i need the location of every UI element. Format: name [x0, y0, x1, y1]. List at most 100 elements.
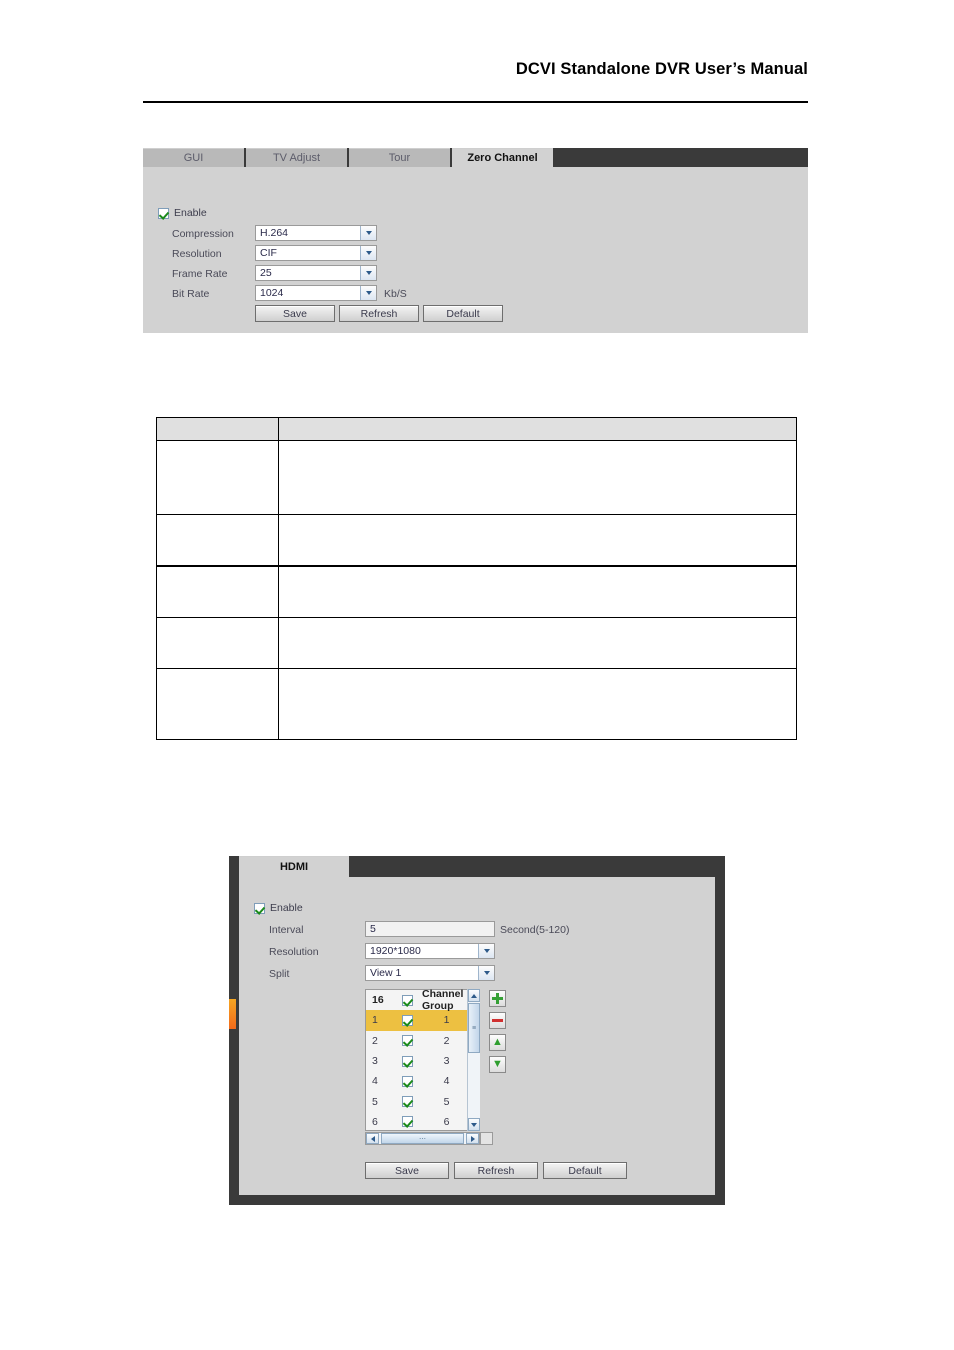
frame-rate-value: 25: [260, 267, 272, 279]
chevron-right-icon: [470, 1135, 475, 1142]
hdmi-tabstrip: HDMI: [229, 856, 725, 877]
compression-select[interactable]: H.264: [255, 225, 377, 241]
enable-label: Enable: [270, 902, 303, 914]
zero-channel-body: Enable Compression H.264 Resolution CIF …: [143, 167, 808, 333]
hdmi-default-button[interactable]: Default: [543, 1162, 627, 1179]
hscroll-thumb[interactable]: ⋯: [381, 1133, 464, 1144]
default-label: Default: [568, 1164, 602, 1177]
table-cell-function: [278, 440, 797, 515]
chevron-down-icon[interactable]: [360, 266, 376, 280]
bit-rate-select[interactable]: 1024: [255, 285, 377, 301]
interval-value: 5: [370, 923, 376, 935]
hdmi-save-button[interactable]: Save: [365, 1162, 449, 1179]
scrollbar-corner: [480, 1132, 493, 1145]
enable-label: Enable: [174, 207, 207, 219]
zero-channel-tabstrip: GUI TV Adjust Tour Zero Channel: [143, 148, 808, 167]
default-label: Default: [446, 307, 480, 320]
table-cell-param: [156, 668, 279, 740]
save-label: Save: [283, 307, 307, 320]
page-header: DCVI Standalone DVR User’s Manual: [143, 60, 808, 79]
row-checkbox-cell[interactable]: [394, 1096, 420, 1108]
tab-zero-channel[interactable]: Zero Channel: [452, 148, 553, 167]
list-item[interactable]: 4 4: [366, 1071, 479, 1091]
chevron-down-icon[interactable]: [360, 286, 376, 300]
frame-rate-select[interactable]: 25: [255, 265, 377, 281]
row-checkbox[interactable]: [401, 1075, 413, 1087]
zero-channel-save-button[interactable]: Save: [255, 305, 335, 322]
row-checkbox[interactable]: [401, 1014, 413, 1026]
resolution-value: CIF: [260, 247, 277, 259]
hscroll-track[interactable]: ⋯: [379, 1133, 466, 1144]
hdmi-refresh-button[interactable]: Refresh: [454, 1162, 538, 1179]
zero-channel-enable-row[interactable]: Enable: [158, 207, 207, 219]
chevron-down-icon[interactable]: [360, 226, 376, 240]
row-checkbox-cell[interactable]: [394, 1035, 420, 1047]
select-all-checkbox[interactable]: [401, 994, 413, 1006]
list-item[interactable]: 1 1: [366, 1010, 479, 1031]
tab-gui[interactable]: GUI: [143, 148, 244, 167]
list-item[interactable]: 6 6: [366, 1112, 479, 1132]
chevron-left-icon: [370, 1135, 375, 1142]
hdmi-enable-row[interactable]: Enable: [254, 902, 303, 914]
list-item[interactable]: 3 3: [366, 1051, 479, 1071]
row-checkbox[interactable]: [401, 1035, 413, 1047]
channel-list-horizontal-scrollbar[interactable]: ⋯: [365, 1132, 480, 1145]
row-checkbox-cell[interactable]: [394, 1055, 420, 1067]
tab-tv-adjust-label: TV Adjust: [272, 152, 321, 164]
interval-unit: Second(5-120): [500, 924, 570, 936]
list-item[interactable]: 5 5: [366, 1091, 479, 1111]
tab-tv-adjust[interactable]: TV Adjust: [246, 148, 347, 167]
tab-hdmi[interactable]: HDMI: [239, 856, 349, 877]
row-checkbox-cell[interactable]: [394, 1116, 420, 1128]
row-checkbox-cell[interactable]: [394, 1014, 420, 1026]
move-up-button[interactable]: ▲: [489, 1034, 506, 1051]
row-checkbox[interactable]: [401, 1096, 413, 1108]
row-checkbox[interactable]: [401, 1116, 413, 1128]
channel-count: 16: [372, 994, 384, 1007]
resolution-select[interactable]: CIF: [255, 245, 377, 261]
table-cell-param: [156, 565, 279, 618]
frame-rate-label: Frame Rate: [172, 268, 228, 280]
chevron-down-icon[interactable]: [478, 966, 494, 980]
bit-rate-unit: Kb/S: [384, 288, 407, 300]
tab-tour[interactable]: Tour: [349, 148, 450, 167]
enable-checkbox[interactable]: [158, 207, 169, 219]
scroll-right-button[interactable]: [466, 1133, 479, 1144]
bit-rate-label: Bit Rate: [172, 288, 210, 300]
chevron-down-icon[interactable]: [360, 246, 376, 260]
tab-tour-label: Tour: [388, 152, 411, 164]
split-select[interactable]: View 1: [365, 965, 495, 981]
table-cell-param: [156, 514, 279, 567]
row-checkbox-cell[interactable]: [394, 1075, 420, 1087]
hdmi-resolution-select[interactable]: 1920*1080: [365, 943, 495, 959]
channel-header-checkbox-cell[interactable]: [394, 994, 420, 1006]
scroll-up-button[interactable]: [468, 989, 480, 1002]
interval-label: Interval: [269, 924, 304, 936]
channel-list-vertical-scrollbar[interactable]: ≡: [467, 989, 480, 1131]
chevron-up-double-icon: ▲: [492, 1036, 503, 1048]
move-down-button[interactable]: ▼: [489, 1056, 506, 1073]
add-channel-group-button[interactable]: [489, 990, 506, 1007]
scroll-left-button[interactable]: [366, 1133, 379, 1144]
channel-group-list[interactable]: 16 Channel Group 1 1 2 2 3 3 4 4 5 5 6 6: [365, 988, 480, 1132]
enable-checkbox[interactable]: [254, 902, 265, 914]
save-label: Save: [395, 1164, 419, 1177]
zero-channel-refresh-button[interactable]: Refresh: [339, 305, 419, 322]
compression-value: H.264: [260, 227, 289, 239]
row-checkbox[interactable]: [401, 1055, 413, 1067]
interval-input[interactable]: 5: [365, 921, 495, 937]
table-row: [156, 617, 797, 669]
table-header-cell-function: [278, 417, 797, 441]
hdmi-resolution-label: Resolution: [269, 946, 319, 958]
table-cell-function: [278, 514, 797, 567]
scroll-thumb[interactable]: ≡: [468, 1003, 480, 1053]
table-row: [156, 514, 797, 567]
table-cell-function: [278, 617, 797, 669]
scroll-down-button[interactable]: [468, 1118, 480, 1131]
refresh-label: Refresh: [360, 307, 398, 320]
chevron-down-icon[interactable]: [478, 944, 494, 958]
tab-hdmi-label: HDMI: [279, 861, 309, 873]
remove-channel-group-button[interactable]: [489, 1012, 506, 1029]
list-item[interactable]: 2 2: [366, 1031, 479, 1051]
zero-channel-default-button[interactable]: Default: [423, 305, 503, 322]
